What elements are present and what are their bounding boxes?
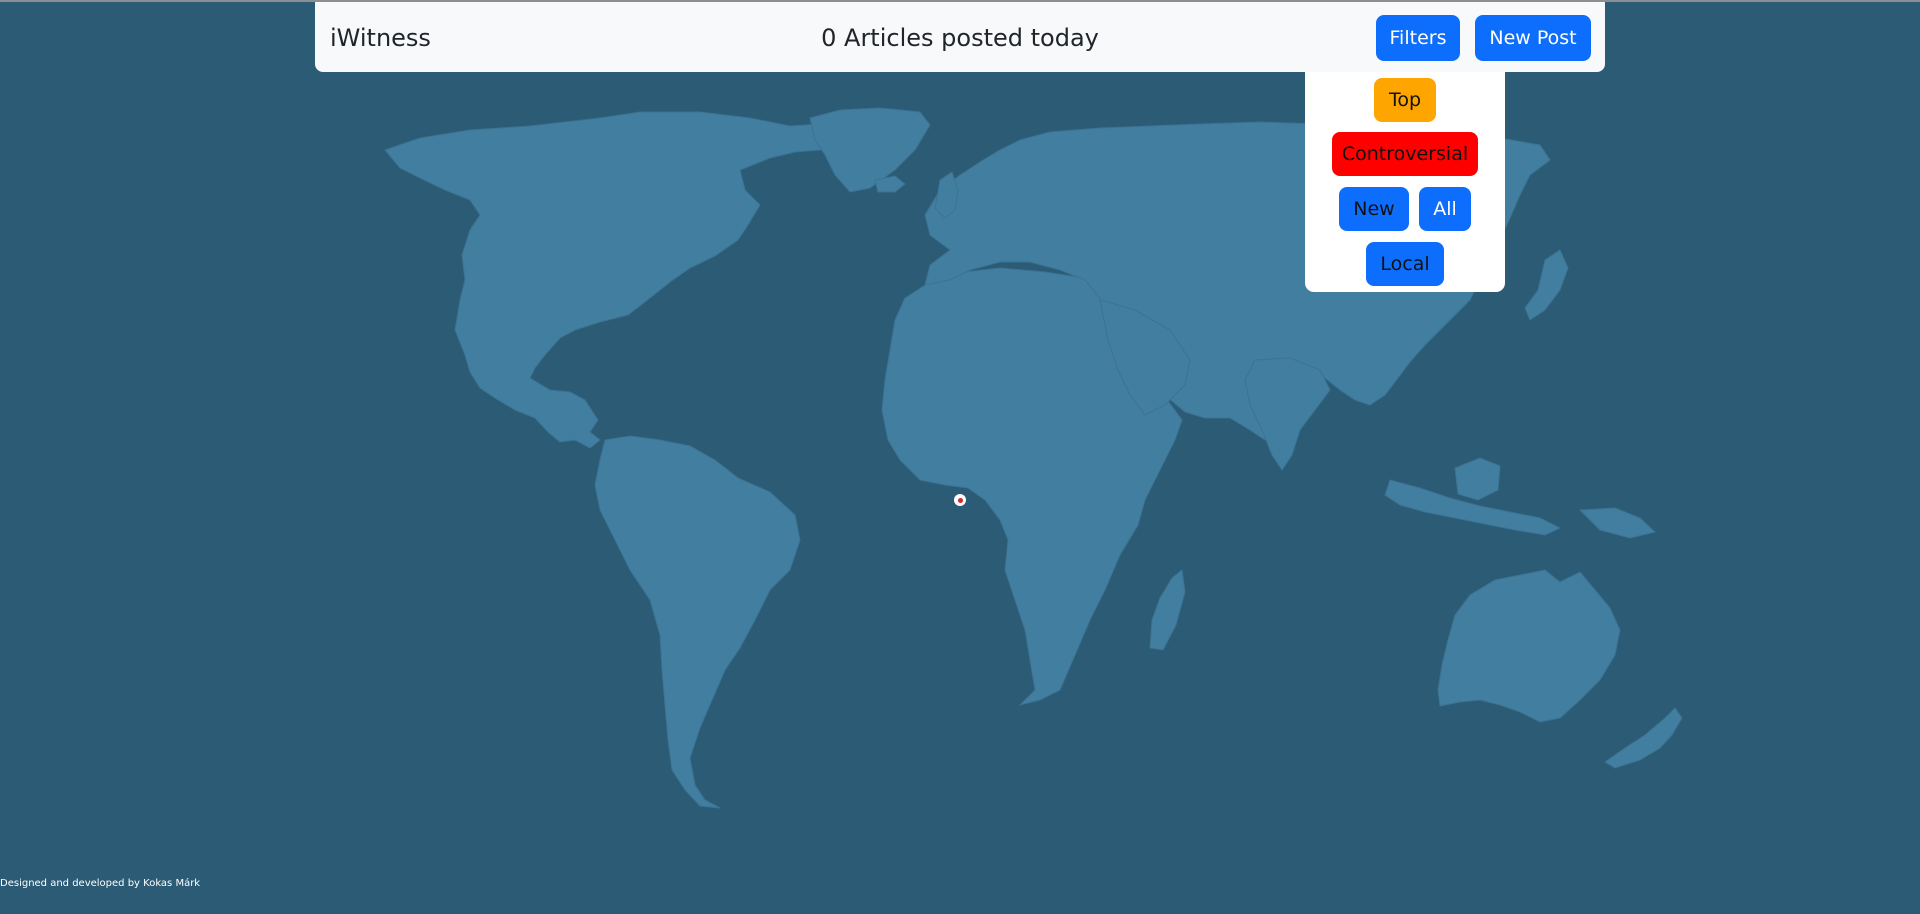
- filters-button[interactable]: Filters: [1376, 15, 1460, 61]
- filter-all-button[interactable]: All: [1419, 187, 1471, 231]
- borneo-landmass: [1454, 457, 1501, 501]
- filter-new-button[interactable]: New: [1339, 187, 1409, 231]
- north-america-landmass: [384, 111, 851, 449]
- filter-controversial-button[interactable]: Controversial: [1332, 132, 1478, 176]
- article-marker[interactable]: [954, 494, 966, 506]
- filter-top-button[interactable]: Top: [1374, 78, 1436, 122]
- filter-local-button[interactable]: Local: [1366, 242, 1444, 286]
- greenland-landmass: [809, 107, 931, 193]
- south-america-landmass: [594, 435, 801, 809]
- india-landmass: [1244, 357, 1331, 471]
- world-map[interactable]: [0, 0, 1920, 914]
- japan-landmass: [1524, 249, 1569, 321]
- footer-credit: Designed and developed by Kokas Márk: [0, 878, 201, 889]
- new-guinea-landmass: [1578, 507, 1657, 539]
- madagascar-landmass: [1149, 569, 1186, 651]
- new-zealand-landmass: [1604, 707, 1683, 769]
- page: iWitness 0 Articles posted today Filters…: [0, 0, 1920, 914]
- filters-dropdown: Top Controversial New All Local: [1305, 72, 1505, 292]
- australia-landmass: [1437, 569, 1621, 723]
- brand-logo-text[interactable]: iWitness: [330, 24, 431, 52]
- new-post-button[interactable]: New Post: [1475, 15, 1591, 61]
- navbar: iWitness 0 Articles posted today Filters…: [315, 2, 1605, 72]
